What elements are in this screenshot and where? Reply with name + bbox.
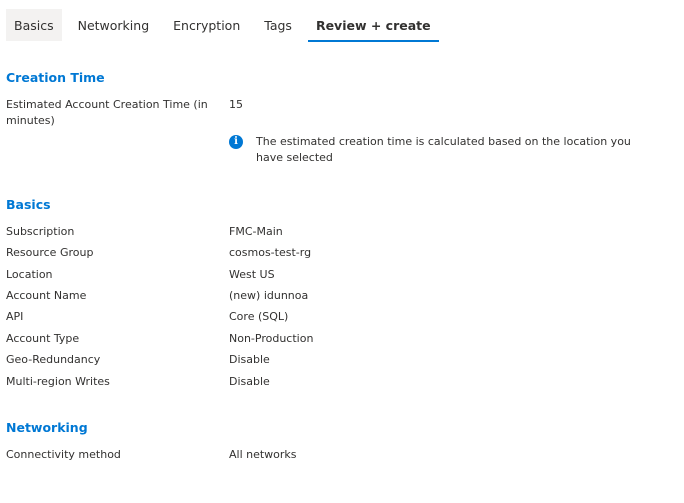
row-label: API (6, 310, 24, 323)
row-label: Multi-region Writes (6, 375, 110, 388)
row-label: Geo-Redundancy (6, 353, 101, 366)
row-value: All networks (229, 448, 297, 461)
section-title-creation-time: Creation Time (6, 70, 105, 85)
row-label: Account Type (6, 332, 80, 345)
row-value: cosmos-test-rg (229, 246, 312, 259)
tab-encryption[interactable]: Encryption (165, 9, 248, 41)
row-value: Non-Production (229, 332, 314, 345)
row-label: Resource Group (6, 246, 94, 259)
row-label: Location (6, 268, 53, 281)
row-label: Connectivity method (6, 448, 121, 461)
tab-review-create[interactable]: Review + create (307, 9, 439, 42)
row-label: Account Name (6, 289, 87, 302)
tab-networking[interactable]: Networking (70, 9, 158, 41)
row-label: Subscription (6, 225, 75, 238)
section-title-networking: Networking (6, 420, 88, 435)
row-value: Disable (229, 375, 270, 388)
row-label: Estimated Account Creation Time (in minu… (6, 98, 208, 127)
tab-tags[interactable]: Tags (256, 9, 300, 41)
info-text: The estimated creation time is calculate… (256, 135, 631, 164)
row-value: Disable (229, 353, 270, 366)
info-icon: i (229, 135, 243, 149)
row-value: (new) idunnoa (229, 289, 309, 302)
row-value: West US (229, 268, 275, 281)
row-value: 15 (229, 98, 243, 111)
tab-basics[interactable]: Basics (6, 9, 62, 41)
info-message: i The estimated creation time is calcula… (229, 134, 649, 166)
section-title-basics: Basics (6, 197, 51, 212)
tab-bar: Basics Networking Encryption Tags Review… (6, 9, 447, 42)
row-value: Core (SQL) (229, 310, 289, 323)
row-value: FMC-Main (229, 225, 283, 238)
